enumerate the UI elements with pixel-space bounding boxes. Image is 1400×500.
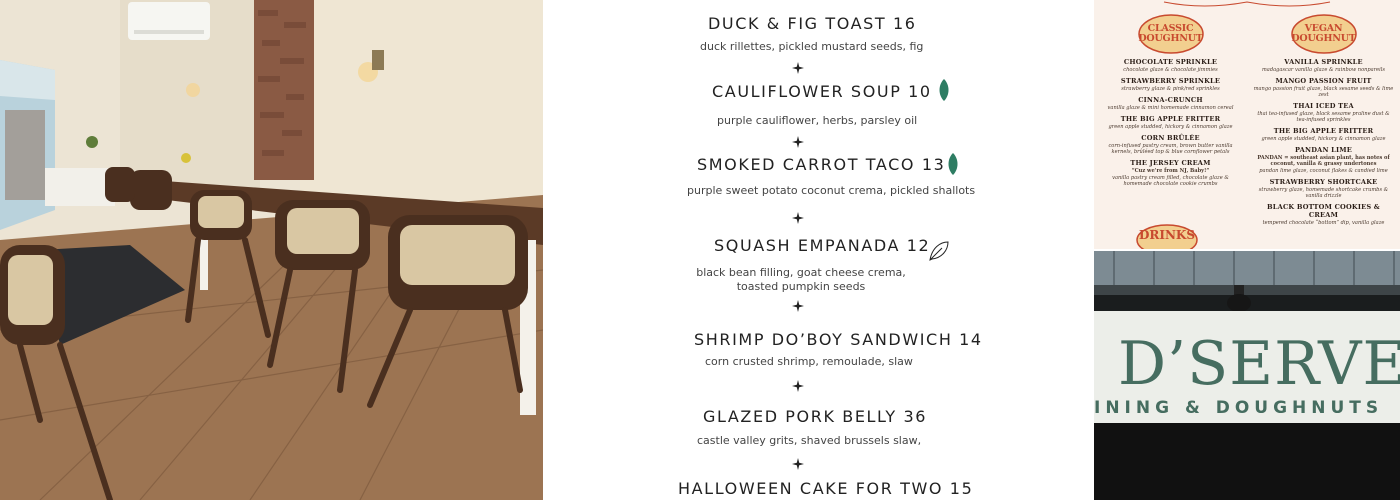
doughnut-item: THAI ICED TEA thai tea-infused glaze, bl…	[1253, 102, 1394, 123]
dish-title: CAULIFLOWER SOUP 10	[712, 82, 932, 101]
doughnut-desc-lead: “Cuz we’re from NJ, Baby!”	[1131, 168, 1210, 174]
doughnut-item: VANILLA SPRINKLE madagascar vanilla glaz…	[1253, 58, 1394, 73]
doughnut-name: THE JERSEY CREAM	[1130, 159, 1211, 167]
sign-subtitle: INING & DOUGHNUTS	[1094, 398, 1384, 418]
doughnut-item: CHOCOLATE SPRINKLE chocolate glaze & cho…	[1100, 58, 1241, 73]
star-divider-icon	[792, 212, 804, 224]
vegan-doughnut-badge: VEGAN DOUGHNUT	[1290, 14, 1357, 54]
dish-title: SMOKED CARROT TACO 13	[697, 155, 946, 174]
doughnut-name: CORN BRÛLÉE	[1141, 134, 1200, 142]
doughnut-desc: green apple studded, hickory & cinnamon …	[1108, 124, 1233, 130]
doughnut-name: STRAWBERRY SHORTCAKE	[1269, 178, 1378, 186]
leaf-solid-icon	[948, 153, 958, 175]
star-divider-icon	[792, 62, 804, 74]
doughnut-desc: madagascar vanilla glaze & rainbow nonpa…	[1261, 67, 1386, 73]
star-divider-icon	[792, 380, 804, 392]
leaf-outline-icon	[929, 241, 949, 261]
doughnut-name: THE BIG APPLE FRITTER	[1273, 127, 1374, 135]
dish-title: SHRIMP DO’BOY SANDWICH 14	[694, 330, 983, 349]
doughnut-desc: mango passion fruit glaze, black sesame …	[1253, 86, 1394, 98]
classic-doughnut-badge: CLASSIC DOUGHNUT	[1137, 14, 1204, 54]
dinner-menu: DUCK & FIG TOAST 16 duck rillettes, pick…	[543, 0, 1094, 500]
doughnut-desc: strawberry glaze & pink/red sprinkles	[1121, 86, 1220, 92]
sign-brand-name: D’SERVE	[1118, 329, 1400, 399]
dish-description: black bean filling, goat cheese crema, t…	[696, 266, 906, 293]
vegan-doughnut-column: VEGAN DOUGHNUT VANILLA SPRINKLE madagasc…	[1247, 0, 1400, 249]
drinks-label: DRINKS	[1138, 228, 1196, 242]
dish-description: purple sweet potato coconut crema, pickl…	[687, 184, 976, 197]
dish-description: purple cauliflower, herbs, parsley oil	[717, 114, 918, 127]
dish-title: SQUASH EMPANADA 12	[714, 236, 931, 255]
doughnut-menu-card: CLASSIC DOUGHNUT CHOCOLATE SPRINKLE choc…	[1094, 0, 1400, 249]
doughnut-desc: strawberry glaze, homemade shortcake cru…	[1258, 187, 1389, 199]
dish-title: HALLOWEEN CAKE FOR TWO 15	[678, 479, 974, 498]
doughnut-item: STRAWBERRY SHORTCAKE strawberry glaze, h…	[1253, 178, 1394, 199]
doughnut-item: MANGO PASSION FRUIT mango passion fruit …	[1253, 77, 1394, 98]
classic-doughnut-column: CLASSIC DOUGHNUT CHOCOLATE SPRINKLE choc…	[1094, 0, 1247, 249]
doughnut-item: CORN BRÛLÉE corn-infused pastry cream, b…	[1100, 134, 1241, 155]
doughnut-desc: green apple studded, hickory & cinnamon …	[1261, 136, 1386, 142]
dish-description: corn crusted shrimp, remoulade, slaw	[705, 355, 913, 368]
doughnut-desc: vanilla pastry cream filled, chocolate g…	[1112, 175, 1229, 187]
doughnut-item: STRAWBERRY SPRINKLE strawberry glaze & p…	[1100, 77, 1241, 92]
doughnut-name: MANGO PASSION FRUIT	[1275, 77, 1372, 85]
doughnut-name: VANILLA SPRINKLE	[1284, 58, 1363, 66]
badge-line: DOUGHNUT	[1291, 33, 1356, 44]
dish-description: duck rillettes, pickled mustard seeds, f…	[700, 40, 924, 53]
drinks-badge: DRINKS	[1136, 224, 1198, 249]
dish-description: castle valley grits, shaved brussels sla…	[697, 434, 922, 447]
doughnut-desc: corn-infused pastry cream, brown butter …	[1108, 143, 1233, 155]
leaf-solid-icon	[939, 79, 949, 101]
doughnut-name: STRAWBERRY SPRINKLE	[1120, 77, 1221, 85]
doughnut-item: BLACK BOTTOM COOKIES & CREAM tempered ch…	[1253, 203, 1394, 226]
star-divider-icon	[792, 136, 804, 148]
doughnut-item: THE JERSEY CREAM “Cuz we’re from NJ, Bab…	[1100, 159, 1241, 187]
doughnut-desc: chocolate glaze & chocolate jimmies	[1123, 67, 1218, 73]
star-divider-icon	[792, 300, 804, 312]
badge-line: DOUGHNUT	[1138, 33, 1203, 44]
doughnut-desc: tempered chocolate “bottom” dip, vanilla…	[1262, 220, 1385, 226]
doughnut-name: CINNA-CRUNCH	[1138, 96, 1203, 104]
dish-title: DUCK & FIG TOAST 16	[708, 14, 917, 33]
doughnut-desc: pandan lime glaze, coconut flakes & cand…	[1259, 168, 1388, 174]
star-divider-icon	[792, 458, 804, 470]
doughnut-item: CINNA-CRUNCH vanilla glaze & mini homema…	[1100, 96, 1241, 111]
storefront-sign-photo: D’SERVE INING & DOUGHNUTS	[1094, 251, 1400, 500]
doughnut-item: THE BIG APPLE FRITTER green apple studde…	[1253, 127, 1394, 142]
doughnut-name: CHOCOLATE SPRINKLE	[1123, 58, 1218, 66]
doughnut-desc-lead: PANDAN = southeast asian plant, has note…	[1257, 155, 1390, 167]
doughnut-desc: thai tea-infused glaze, black sesame pra…	[1257, 111, 1390, 123]
doughnut-item: PANDAN LIME PANDAN = southeast asian pla…	[1253, 146, 1394, 174]
doughnut-name: THE BIG APPLE FRITTER	[1120, 115, 1221, 123]
doughnut-name: THAI ICED TEA	[1293, 102, 1354, 110]
doughnut-item: THE BIG APPLE FRITTER green apple studde…	[1100, 115, 1241, 130]
doughnut-desc: vanilla glaze & mini homemade cinnamon c…	[1107, 105, 1234, 111]
dish-title: GLAZED PORK BELLY 36	[703, 407, 928, 426]
dining-room-photo	[0, 0, 543, 500]
doughnut-name: PANDAN LIME	[1294, 146, 1353, 154]
doughnut-name: BLACK BOTTOM COOKIES & CREAM	[1267, 203, 1380, 219]
